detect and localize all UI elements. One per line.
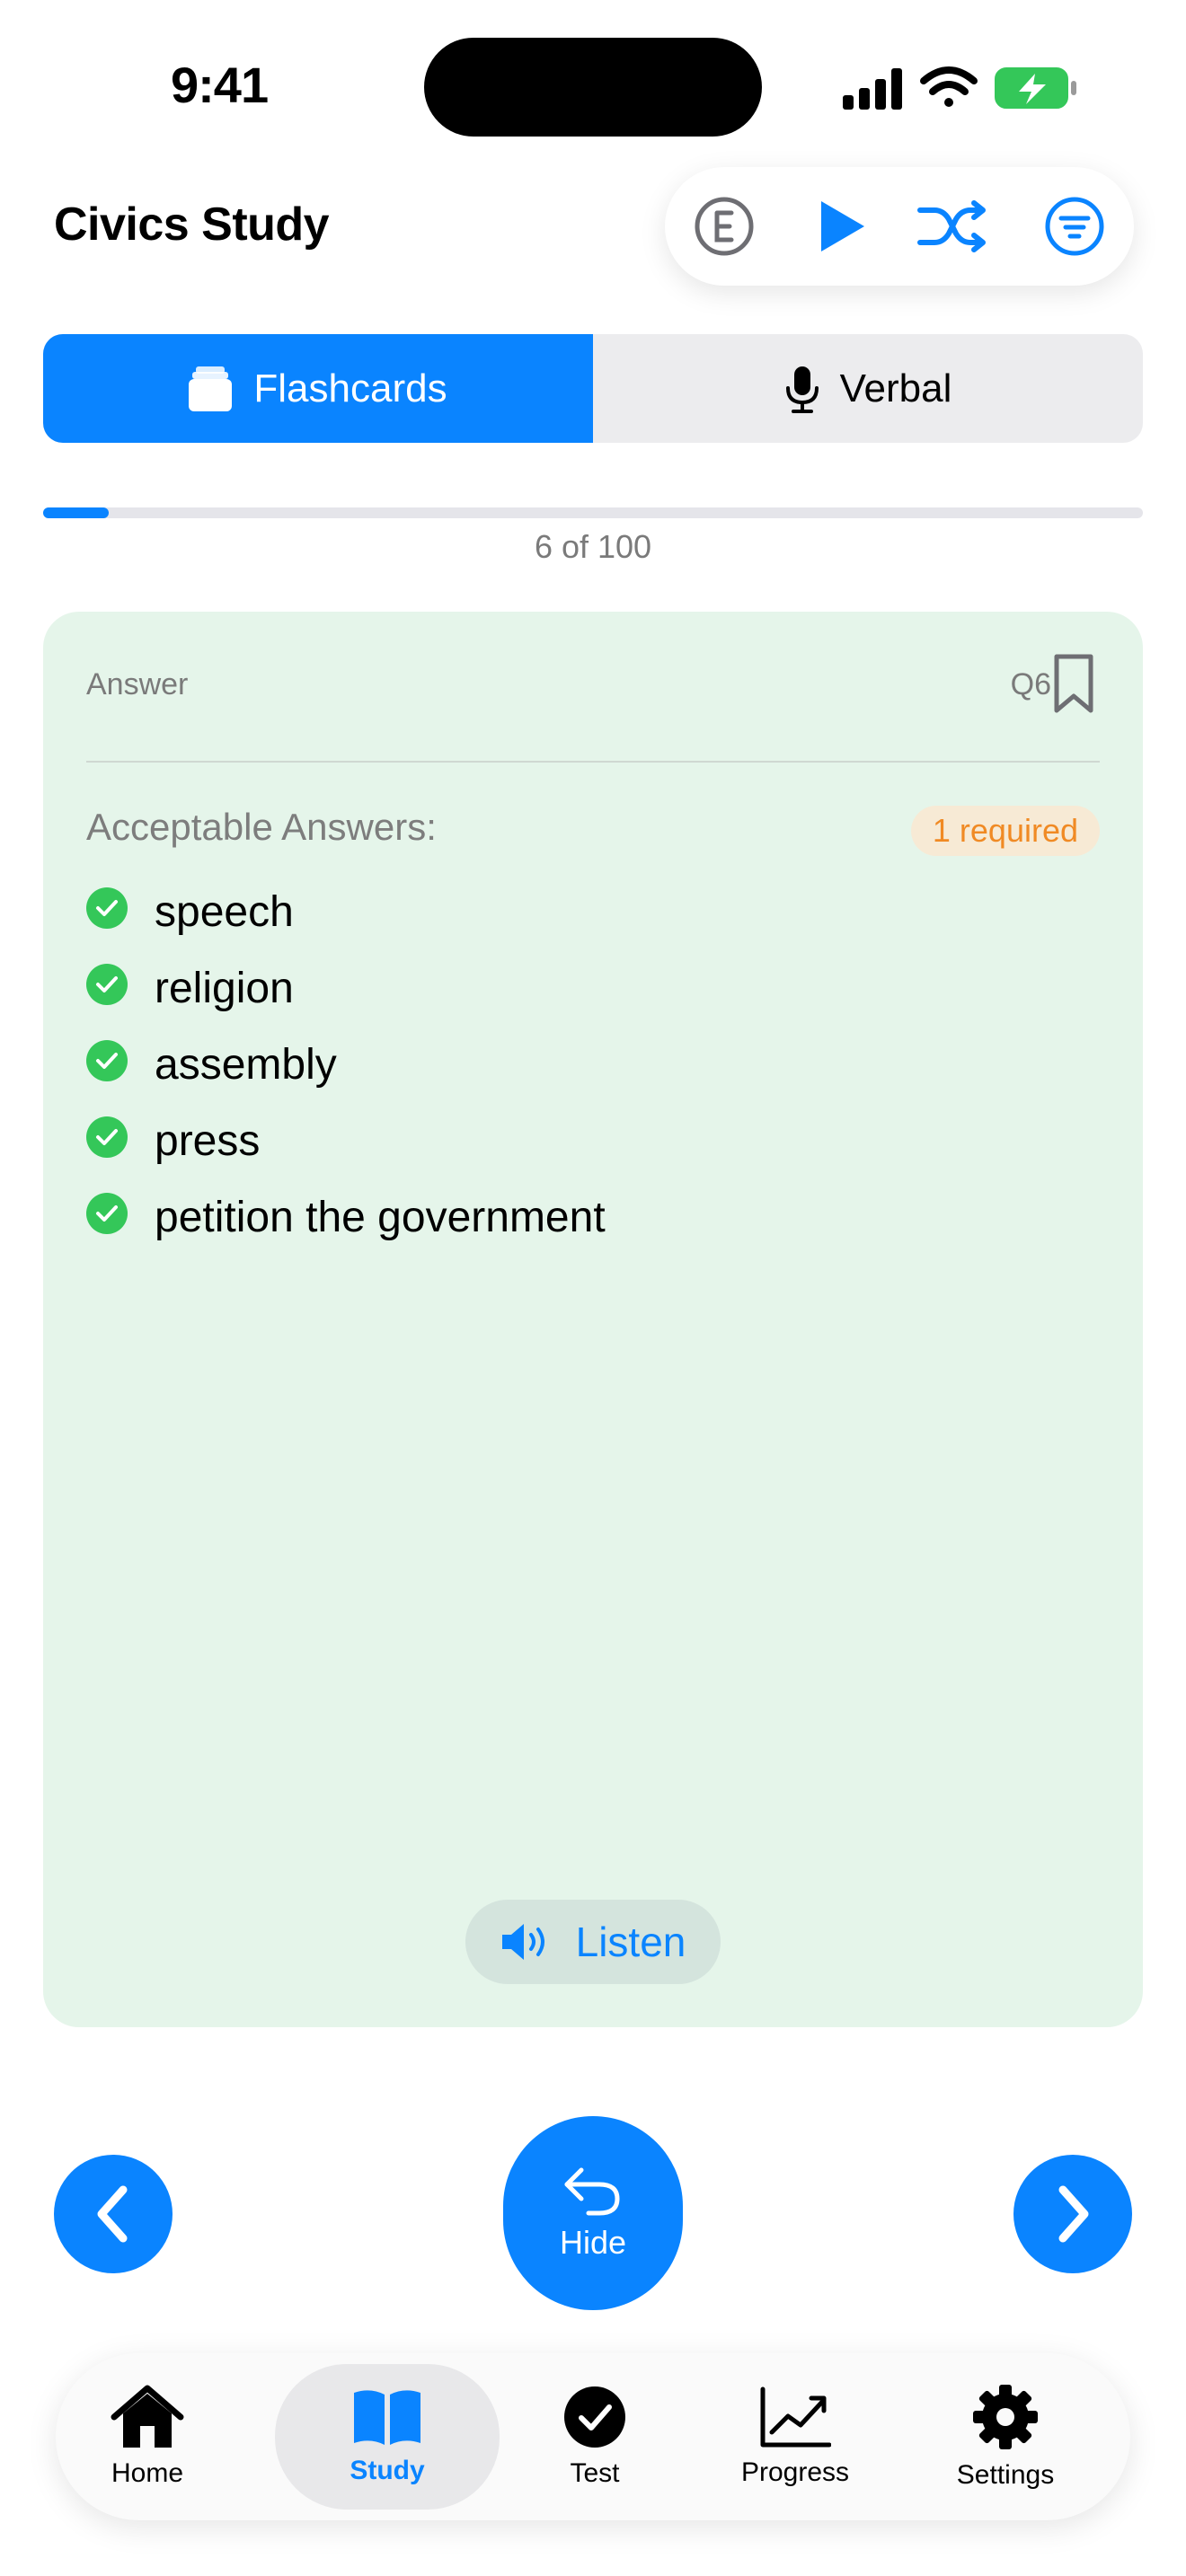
house-icon xyxy=(111,2385,184,2448)
card-divider xyxy=(86,761,1100,763)
tab-home[interactable]: Home xyxy=(86,2364,208,2510)
next-card-button[interactable] xyxy=(1013,2155,1132,2273)
answer-text: religion xyxy=(155,965,294,1012)
study-mode-segmented-control: Flashcards Verbal xyxy=(43,334,1143,443)
answer-item: assembly xyxy=(86,1027,606,1103)
progress-bar xyxy=(43,507,1143,518)
tab-flashcards[interactable]: Flashcards xyxy=(43,334,593,443)
bookmark-button[interactable] xyxy=(1051,653,1096,716)
e-circle-icon xyxy=(695,197,754,256)
answer-text: petition the government xyxy=(155,1194,606,1241)
gear-icon xyxy=(973,2385,1038,2449)
answer-item: speech xyxy=(86,874,606,950)
chevron-left-icon xyxy=(97,2185,128,2243)
question-number: Q6 xyxy=(1010,667,1051,701)
answers-list: speech religion assembly press petition the … xyxy=(86,874,606,1256)
tab-progress-label: Progress xyxy=(740,2457,850,2487)
english-mode-button[interactable] xyxy=(688,190,760,262)
filter-button[interactable] xyxy=(1039,190,1111,262)
answer-item: religion xyxy=(86,950,606,1027)
page-title: Civics Study xyxy=(54,198,330,251)
undo-arrow-icon xyxy=(564,2167,620,2216)
checkmark-circle-icon xyxy=(564,2386,625,2448)
listen-label: Listen xyxy=(575,1919,686,1965)
tab-bar: Home Study Test Progress Settings xyxy=(56,2353,1130,2520)
shuffle-button[interactable] xyxy=(916,190,988,262)
play-button[interactable] xyxy=(805,190,877,262)
tab-test[interactable]: Test xyxy=(541,2364,649,2510)
tab-verbal[interactable]: Verbal xyxy=(593,334,1143,443)
required-count-badge: 1 required xyxy=(910,806,1100,856)
tab-study[interactable]: Study xyxy=(275,2364,500,2510)
answer-text: press xyxy=(155,1117,261,1165)
tab-study-label: Study xyxy=(350,2456,425,2485)
answer-text: assembly xyxy=(155,1041,337,1089)
chevron-right-icon xyxy=(1058,2185,1089,2243)
tab-progress[interactable]: Progress xyxy=(728,2364,863,2510)
check-circle-icon xyxy=(86,963,128,1005)
tab-settings[interactable]: Settings xyxy=(938,2364,1073,2510)
status-time: 9:41 xyxy=(171,57,269,113)
hide-label: Hide xyxy=(559,2224,627,2261)
tab-verbal-label: Verbal xyxy=(839,366,952,410)
answers-heading: Acceptable Answers: xyxy=(86,806,437,848)
tab-settings-label: Settings xyxy=(956,2460,1055,2490)
shuffle-icon xyxy=(917,200,986,252)
answer-item: petition the government xyxy=(86,1179,606,1256)
tab-home-label: Home xyxy=(111,2458,184,2488)
check-circle-icon xyxy=(86,1192,128,1234)
wifi-icon xyxy=(920,66,978,107)
play-icon xyxy=(821,201,864,251)
check-circle-icon xyxy=(86,1116,128,1158)
progress-text: 6 of 100 xyxy=(534,528,652,565)
battery-charging-icon xyxy=(995,67,1076,109)
bookmark-icon xyxy=(1054,654,1093,713)
check-circle-icon xyxy=(86,887,128,929)
flashcard[interactable]: Answer Q6 Acceptable Answers: 1 required… xyxy=(43,612,1143,2027)
card-side-label: Answer xyxy=(86,667,189,701)
previous-card-button[interactable] xyxy=(54,2155,173,2273)
speaker-icon xyxy=(501,1924,544,1960)
tab-flashcards-label: Flashcards xyxy=(253,366,447,410)
chart-line-icon xyxy=(760,2386,831,2448)
progress-bar-fill xyxy=(43,507,110,518)
microphone-icon xyxy=(785,366,819,413)
header-toolbar xyxy=(665,167,1134,286)
hide-answer-button[interactable]: Hide xyxy=(503,2116,683,2310)
tab-test-label: Test xyxy=(570,2458,620,2488)
check-circle-icon xyxy=(86,1039,128,1081)
filter-icon xyxy=(1045,197,1104,256)
cellular-signal-icon xyxy=(843,68,902,110)
status-icons xyxy=(836,61,1080,115)
dynamic-island xyxy=(424,38,762,137)
cards-stack-icon xyxy=(189,366,233,411)
listen-button[interactable]: Listen xyxy=(465,1900,721,1984)
answer-item: press xyxy=(86,1103,606,1179)
answer-text: speech xyxy=(155,888,294,936)
open-book-icon xyxy=(354,2390,420,2445)
